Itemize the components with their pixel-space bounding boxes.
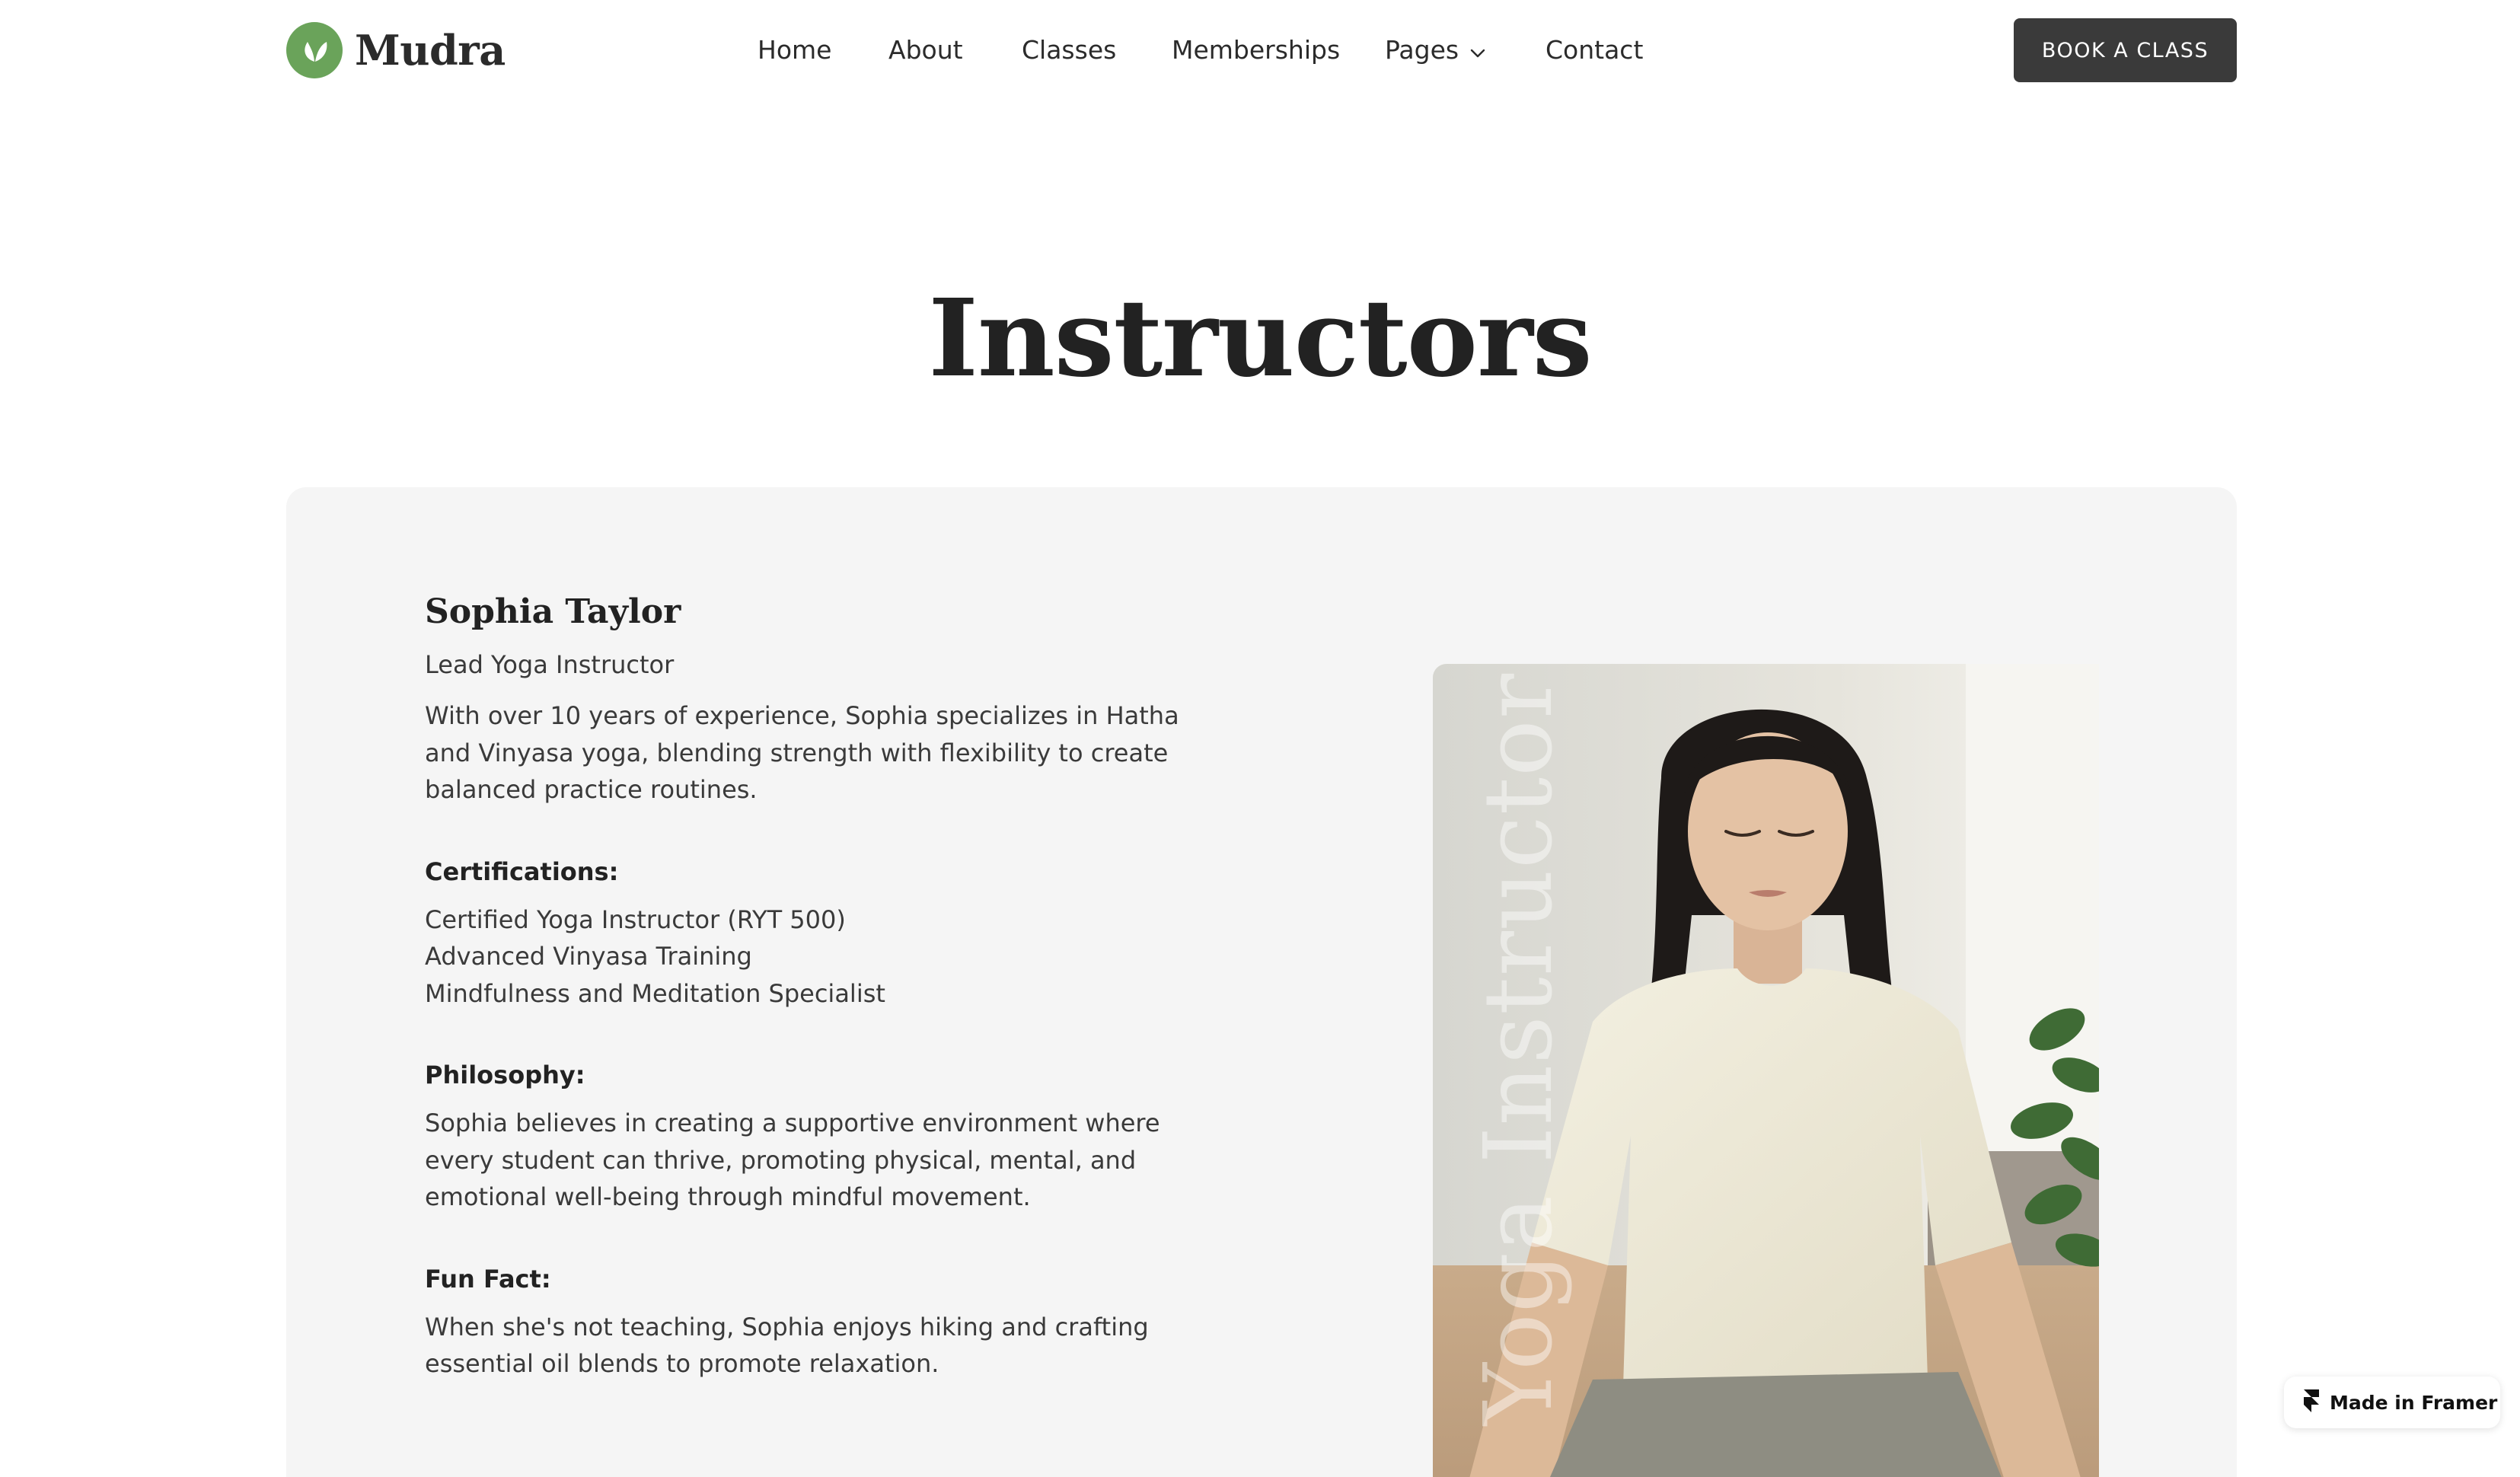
logo-text: Mudra [355, 26, 506, 75]
page-title: Instructors [928, 276, 1592, 401]
fun-fact-label: Fun Fact: [425, 1264, 551, 1294]
certifications-section: Certifications: Certified Yoga Instructo… [425, 856, 1217, 1013]
nav-home[interactable]: Home [758, 30, 831, 70]
fun-fact-text: When she's not teaching, Sophia enjoys h… [425, 1312, 1149, 1379]
framer-logo-icon [2304, 1389, 2319, 1415]
logo-link[interactable]: Mudra [286, 21, 506, 79]
made-in-framer-label: Made in Framer [2330, 1391, 2498, 1414]
book-class-button[interactable]: BOOK A CLASS [2014, 18, 2237, 82]
fun-fact-section: Fun Fact: When she's not teaching, Sophi… [425, 1263, 1217, 1383]
certification-item: Advanced Vinyasa Training [425, 942, 752, 971]
nav-about[interactable]: About [888, 30, 963, 70]
made-in-framer-badge[interactable]: Made in Framer [2284, 1377, 2500, 1428]
philosophy-section: Philosophy: Sophia believes in creating … [425, 1059, 1217, 1216]
philosophy-label: Philosophy: [425, 1061, 585, 1089]
certifications-label: Certifications: [425, 857, 619, 886]
chevron-down-icon [1469, 30, 1486, 70]
instructor-card: Sophia Taylor Lead Yoga Instructor With … [286, 487, 2237, 1477]
certification-item: Mindfulness and Meditation Specialist [425, 978, 885, 1008]
certifications-list: Certified Yoga Instructor (RYT 500) Adva… [425, 901, 1217, 1013]
nav-classes[interactable]: Classes [1022, 30, 1116, 70]
instructor-photo: Yoga Instructor [1433, 664, 2099, 1477]
instructor-bio: With over 10 years of experience, Sophia… [425, 701, 1179, 804]
instructor-role: Lead Yoga Instructor [425, 650, 675, 679]
nav-pages[interactable]: Pages [1385, 30, 1486, 70]
nav-memberships[interactable]: Memberships [1172, 30, 1340, 70]
certification-item: Certified Yoga Instructor (RYT 500) [425, 904, 846, 934]
philosophy-text: Sophia believes in creating a supportive… [425, 1109, 1160, 1211]
nav-contact[interactable]: Contact [1545, 30, 1643, 70]
leaf-icon [286, 22, 343, 78]
site-header: Mudra Home About Classes Memberships Pag… [0, 0, 2520, 100]
photo-overlay-text: Yoga Instructor [1464, 672, 1574, 1425]
instructor-details: Sophia Taylor Lead Yoga Instructor With … [425, 591, 1217, 1383]
nav-pages-label: Pages [1385, 35, 1459, 65]
instructor-name: Sophia Taylor [425, 592, 681, 631]
